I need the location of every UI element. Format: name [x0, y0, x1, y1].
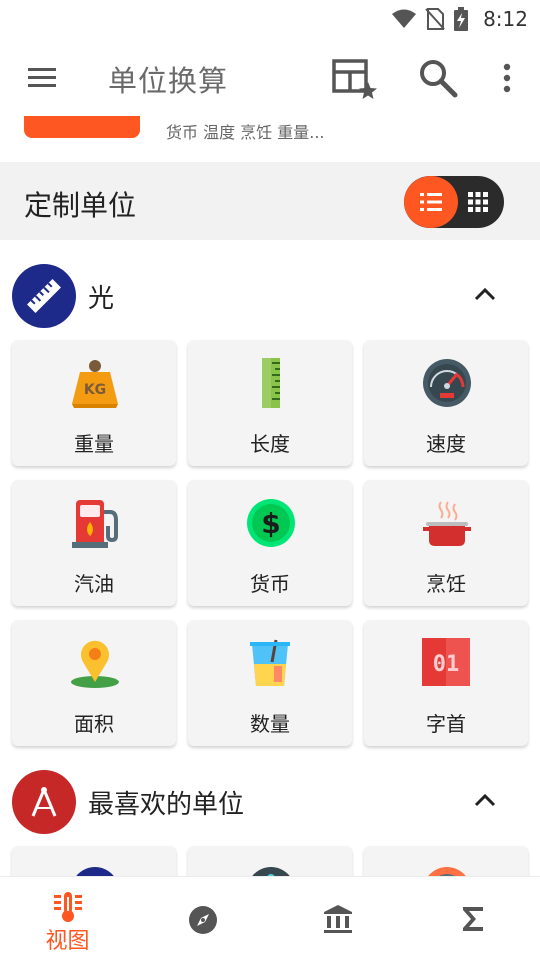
app-bar: 单位换算	[0, 38, 540, 116]
no-sim-icon	[425, 8, 445, 30]
unit-card-label: 烹饪	[426, 572, 466, 596]
unit-card-length[interactable]: 长度	[188, 340, 352, 466]
banner-subtitle: 货币 温度 烹饪 重量...	[166, 123, 325, 142]
ruler-icon	[262, 358, 280, 408]
binary-01-icon: 01	[422, 638, 470, 686]
unit-card-label: 重量	[74, 432, 114, 456]
nav-item-institution[interactable]	[270, 877, 405, 960]
unit-card-label: 货币	[250, 572, 290, 596]
status-bar: 8:12	[0, 0, 540, 38]
search-icon[interactable]	[418, 58, 458, 98]
app-title: 单位换算	[108, 64, 229, 98]
section-header: 定制单位	[0, 162, 540, 240]
banner[interactable]: 货币 温度 烹饪 重量...	[0, 116, 540, 162]
unit-card-label: 字首	[426, 712, 466, 736]
unit-card-label: 长度	[250, 432, 290, 456]
category-title: 最喜欢的单位	[88, 790, 245, 820]
measuring-cup-icon	[250, 639, 290, 686]
unit-card-quantity[interactable]: 数量	[188, 620, 352, 746]
wifi-icon	[392, 9, 417, 28]
unit-card-gasoline[interactable]: 汽油	[12, 480, 176, 606]
battery-charging-icon	[454, 7, 469, 31]
weight-kg-icon: KG	[72, 360, 118, 408]
category-header-favorites[interactable]: 最喜欢的单位	[0, 746, 540, 834]
status-time: 8:12	[483, 7, 528, 31]
list-view-icon[interactable]	[404, 176, 458, 228]
unit-card-area[interactable]: 面积	[12, 620, 176, 746]
menu-icon[interactable]	[26, 64, 58, 90]
favorite-unit-card[interactable]	[188, 846, 352, 876]
category-header-light[interactable]: 光	[0, 240, 540, 328]
dollar-coin-icon: $	[247, 499, 295, 547]
view-mode-toggle[interactable]	[404, 176, 504, 228]
speedometer-icon	[423, 359, 471, 407]
thermometer-icon	[53, 892, 82, 922]
unit-card-label: 汽油	[74, 572, 114, 596]
compass-drawing-icon	[31, 787, 57, 817]
section-title: 定制单位	[24, 189, 137, 222]
unit-card-prefix[interactable]: 01 字首	[364, 620, 528, 746]
svg-text:$: $	[261, 507, 280, 540]
gas-pump-icon	[72, 500, 118, 548]
map-pin-icon	[71, 640, 119, 688]
favorite-unit-card[interactable]	[364, 846, 528, 876]
category-avatar	[12, 770, 76, 834]
category-avatar	[12, 264, 76, 328]
more-vert-icon[interactable]	[498, 62, 516, 94]
chevron-up-icon[interactable]	[472, 790, 498, 810]
nav-item-explore[interactable]	[135, 877, 270, 960]
bank-icon	[323, 905, 352, 933]
unit-card-cooking[interactable]: 烹饪	[364, 480, 528, 606]
unit-card-label: 速度	[426, 432, 466, 456]
cooking-pot-icon	[423, 501, 471, 546]
svg-text:01: 01	[433, 652, 460, 677]
unit-icon	[428, 867, 466, 876]
banner-thumbnail	[24, 116, 140, 138]
favorite-layout-icon[interactable]	[332, 58, 378, 100]
compass-icon	[188, 906, 217, 934]
unit-card-weight[interactable]: KG 重量	[12, 340, 176, 466]
favorite-unit-card[interactable]	[12, 846, 176, 876]
content-scroll-area[interactable]: 光 KG 重量 长度 速度 汽油 $ 货币 烹饪 面积 数量 01 字首 最喜欢…	[0, 240, 540, 876]
unit-card-speed[interactable]: 速度	[364, 340, 528, 466]
svg-text:KG: KG	[84, 382, 106, 398]
unit-card-label: 面积	[74, 712, 114, 736]
unit-card-currency[interactable]: $ 货币	[188, 480, 352, 606]
chevron-up-icon[interactable]	[472, 284, 498, 304]
bottom-navigation: 视图	[0, 876, 540, 960]
unit-card-label: 数量	[250, 712, 290, 736]
nav-item-view[interactable]: 视图	[0, 877, 135, 960]
ruler-icon	[27, 279, 61, 313]
category-title: 光	[88, 284, 115, 314]
unit-icon	[76, 867, 114, 876]
unit-icon	[252, 867, 290, 876]
sigma-icon	[462, 907, 483, 931]
grid-view-icon[interactable]	[468, 192, 488, 212]
nav-label-view: 视图	[45, 929, 90, 954]
nav-item-sum[interactable]	[405, 877, 540, 960]
